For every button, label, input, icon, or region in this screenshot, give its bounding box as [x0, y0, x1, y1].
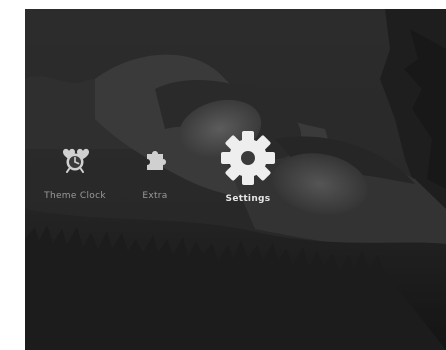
menu-item-label: Extra [142, 191, 168, 201]
menu-item-settings[interactable]: Settings [213, 130, 283, 204]
puzzle-piece-icon [125, 147, 185, 177]
menu-item-label: Theme Clock [44, 191, 106, 201]
photo-frame-screen: Theme Clock Extra Settings [25, 9, 446, 350]
alarm-clock-icon [35, 147, 115, 177]
main-menu: Theme Clock Extra Settings [25, 9, 446, 350]
gear-icon [213, 130, 283, 190]
menu-item-theme-clock[interactable]: Theme Clock [35, 147, 115, 201]
menu-item-label: Settings [225, 194, 271, 204]
menu-item-extra[interactable]: Extra [125, 147, 185, 201]
